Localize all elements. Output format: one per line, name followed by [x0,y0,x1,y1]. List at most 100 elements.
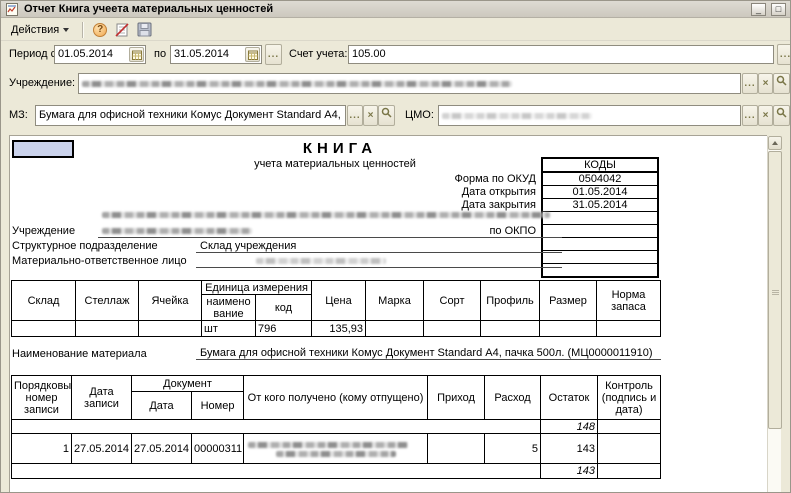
account-more-button[interactable]: ... [777,44,791,65]
period-to-calendar-button[interactable] [245,47,260,62]
report-icon [5,2,19,16]
t1-header-marka: Марка [366,281,424,321]
help-icon: ? [93,23,107,37]
period-from-calendar-button[interactable] [129,47,144,62]
selected-cell[interactable] [12,140,74,158]
redacted-text [276,451,396,457]
codes-header: КОДЫ [542,158,658,172]
codes-row-value [542,212,658,225]
t1-header-profil: Профиль [481,281,540,321]
t1-cell-stellazh [76,321,139,337]
t2-header-num: Порядковый номер записи [12,376,72,420]
t2-cell-doc-date: 27.05.2014 [132,434,192,464]
mz-clear-button[interactable]: × [363,105,378,126]
t1-header-price: Цена [312,281,366,321]
codes-row-value: 31.05.2014 [542,199,658,212]
doc-structural-label: Структурное подразделение [12,240,158,252]
redacted-text [442,113,592,119]
codes-row-label: Форма по ОКУД [394,172,542,186]
t2-header-rec-date: Дата записи [72,376,132,420]
cmo-more-button[interactable]: ... [742,105,758,126]
t1-header-razmer: Размер [540,281,597,321]
codes-row-value: 0504042 [542,172,658,186]
vertical-scrollbar[interactable] [767,136,781,493]
t1-header-unit: Единица измерения [202,281,312,295]
t2-cell-doc-num: 00000311 [192,434,244,464]
t1-cell-razmer [540,321,597,337]
cmo-clear-button[interactable]: × [758,105,773,126]
t1-header-sklad: Склад [12,281,76,321]
mz-lookup-button[interactable] [378,105,395,126]
period-to-input[interactable]: 31.05.2014 [170,45,262,64]
report-spreadsheet[interactable]: КНИГА учета материальных ценностей КОДЫ … [9,135,767,493]
scrollbar-thumb[interactable] [768,151,782,429]
scrollbar-grip [772,290,779,295]
mz-label: МЗ: [9,106,28,125]
magnifier-icon [776,107,787,118]
arrow-up-icon [772,141,778,145]
institution-lookup-button[interactable] [773,73,790,94]
redacted-text [248,442,408,448]
institution-input[interactable] [78,73,741,94]
doc-mol-label: Материально-ответственное лицо [12,255,187,267]
scroll-up-button[interactable] [768,136,782,150]
t2-cell-ostatok: 143 [541,434,598,464]
redacted-text [256,258,386,264]
t1-cell-yacheyka [139,321,202,337]
maximize-button[interactable]: □ [771,3,786,16]
t1-header-unit-name: наименование [202,295,256,321]
toolbar: Действия ? [1,19,790,41]
t1-header-norma: Норма запаса [597,281,661,321]
period-from-label: Период с [9,45,56,64]
t1-header-stellazh: Стеллаж [76,281,139,321]
t2-cell-num: 1 [12,434,72,464]
save-button[interactable] [135,21,153,39]
doc-structural-value: Склад учреждения [196,240,562,253]
t2-header-doc-date: Дата [132,392,192,420]
item-card-table: Склад Стеллаж Ячейка Единица измерения Ц… [11,280,661,337]
t2-cell-rashod: 5 [485,434,541,464]
institution-label: Учреждение: [9,74,75,93]
t2-closing-row-empty [12,464,541,479]
calendar-icon [132,50,142,60]
codes-row-label: Дата открытия [394,186,542,199]
t2-cell-control [598,434,661,464]
redacted-text [82,81,512,87]
t2-header-prihod: Приход [428,376,485,420]
report-settings-button[interactable] [113,21,131,39]
book-title: КНИГА [235,140,445,157]
period-from-input[interactable]: 01.05.2014 [54,45,146,64]
window-title: Отчет Книга учеета материальных ценносте… [24,3,746,15]
t1-header-yacheyka: Ячейка [139,281,202,321]
magnifier-icon [381,107,392,118]
t1-header-sort: Сорт [424,281,481,321]
t2-opening-row-empty [12,420,541,434]
t2-closing-balance: 143 [541,464,598,479]
t2-header-doc-num: Номер [192,392,244,420]
minimize-button[interactable]: _ [751,3,766,16]
account-label: Счет учета: [289,45,347,64]
mz-more-button[interactable]: ... [347,105,363,126]
account-input[interactable]: 105.00 [348,45,774,64]
report-window: Отчет Книга учеета материальных ценносте… [0,0,791,493]
t2-header-ostatok: Остаток [541,376,598,420]
t1-cell-unit-code: 796 [256,321,312,337]
institution-clear-button[interactable]: × [758,73,773,94]
t2-cell-rec-date: 27.05.2014 [72,434,132,464]
t2-header-control: Контроль (подпись и дата) [598,376,661,420]
cmo-input[interactable] [438,105,741,126]
account-value: 105.00 [352,46,386,63]
cmo-lookup-button[interactable] [773,105,790,126]
save-icon [137,22,152,37]
actions-menu-button[interactable]: Действия [6,22,74,38]
period-to-value: 31.05.2014 [174,46,229,63]
mz-input[interactable]: Бумага для офисной техники Комус Докумен… [35,105,346,126]
t1-cell-sort [424,321,481,337]
institution-more-button[interactable]: ... [742,73,758,94]
toolbar-separator [82,22,83,38]
help-button[interactable]: ? [91,21,109,39]
period-more-button[interactable]: ... [265,44,282,65]
t1-cell-sklad [12,321,76,337]
t2-opening-control [598,420,661,434]
cmo-label: ЦМО: [405,106,434,125]
